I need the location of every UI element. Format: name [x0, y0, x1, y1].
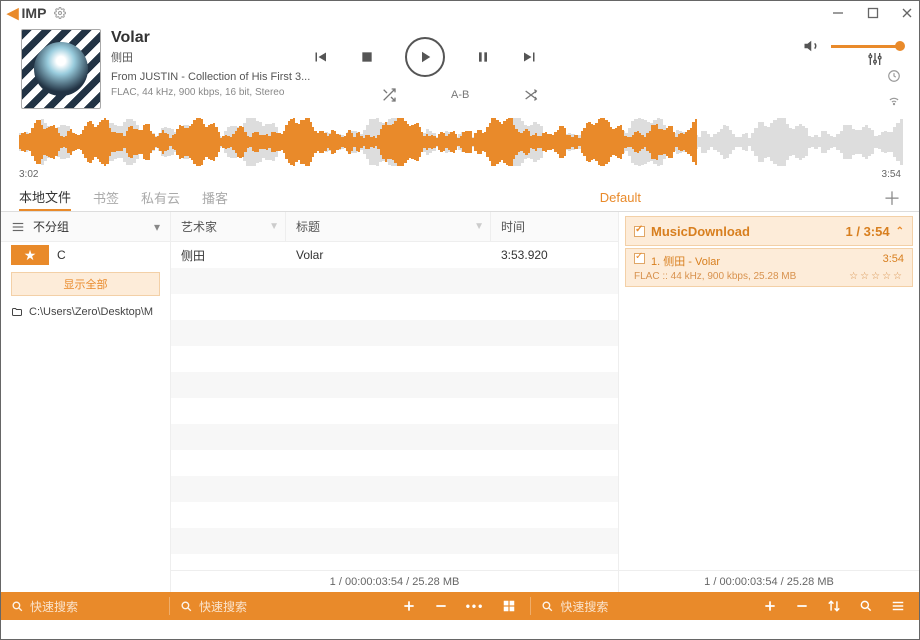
- prev-track-button[interactable]: [311, 48, 329, 66]
- search-icon: [541, 600, 554, 613]
- playlist-header[interactable]: MusicDownload 1 / 3:54 ⌃: [625, 216, 913, 246]
- sort-button[interactable]: [827, 599, 841, 613]
- star-tag[interactable]: ★: [11, 245, 49, 265]
- app-logo: ◀ IMP: [7, 4, 46, 22]
- show-all-button[interactable]: 显示全部: [11, 272, 160, 296]
- remove-button[interactable]: [434, 599, 448, 613]
- filter-icon[interactable]: ▼: [474, 221, 484, 232]
- add-button[interactable]: [402, 599, 416, 613]
- pause-button[interactable]: [475, 49, 491, 65]
- playlist-name: MusicDownload: [651, 224, 750, 239]
- folder-path: C:\Users\Zero\Desktop\M: [29, 306, 153, 318]
- filter-row[interactable]: ★ C: [1, 242, 170, 268]
- search-input-left[interactable]: 快速搜索: [30, 598, 78, 615]
- checkbox-icon[interactable]: [634, 253, 645, 264]
- time-total: 3:54: [882, 169, 901, 180]
- wifi-icon[interactable]: [887, 93, 901, 107]
- item-spec: FLAC :: 44 kHz, 900 kbps, 25.28 MB: [634, 271, 796, 282]
- filter-icon[interactable]: ▼: [269, 221, 279, 232]
- volume-slider[interactable]: [831, 45, 901, 48]
- table-row[interactable]: 侧田 Volar 3:53.920: [171, 242, 618, 268]
- volume-icon[interactable]: [803, 37, 821, 55]
- item-label: 1. 侧田 - Volar: [651, 253, 720, 269]
- app-name: IMP: [22, 5, 47, 21]
- settings-gear-icon[interactable]: [54, 7, 66, 19]
- folder-row[interactable]: C:\Users\Zero\Desktop\M: [1, 300, 170, 324]
- col-time-header[interactable]: 时间: [491, 212, 591, 241]
- search-button[interactable]: [859, 599, 873, 613]
- playlist-status: 1 / 00:00:03:54 / 25.28 MB: [619, 570, 919, 592]
- empty-rows: [171, 268, 618, 570]
- checkbox-icon[interactable]: [634, 226, 645, 237]
- waveform-seek[interactable]: [19, 117, 901, 167]
- search-icon: [11, 600, 24, 613]
- cell-title: Volar: [286, 248, 491, 262]
- cell-artist: 侧田: [171, 247, 286, 264]
- playlist-group-title[interactable]: Default: [600, 190, 641, 205]
- folder-icon: [11, 306, 23, 318]
- play-button[interactable]: [405, 37, 445, 77]
- tab-local-files[interactable]: 本地文件: [19, 184, 71, 211]
- col-title-header[interactable]: 标题▼: [286, 212, 491, 241]
- window-close-icon[interactable]: [901, 7, 913, 19]
- time-current: 3:02: [19, 169, 38, 180]
- search-input-right[interactable]: 快速搜索: [560, 598, 608, 615]
- menu-button[interactable]: [891, 599, 905, 613]
- equalizer-button[interactable]: [867, 51, 883, 67]
- add-playlist-button[interactable]: ＋: [883, 185, 901, 211]
- album-cover[interactable]: [21, 29, 101, 109]
- tab-private-cloud[interactable]: 私有云: [141, 184, 180, 211]
- group-dropdown-icon[interactable]: ▾: [154, 220, 160, 234]
- cell-time: 3:53.920: [491, 248, 591, 262]
- stop-button[interactable]: [359, 49, 375, 65]
- tab-podcast[interactable]: 播客: [202, 184, 228, 211]
- col-artist-header[interactable]: 艺术家▼: [171, 212, 286, 241]
- hamburger-icon[interactable]: [11, 220, 25, 234]
- logo-chevron-icon: ◀: [7, 4, 19, 22]
- filter-letter: C: [57, 248, 66, 262]
- tab-bookmarks[interactable]: 书签: [93, 184, 119, 211]
- item-duration: 3:54: [883, 253, 904, 269]
- clock-icon[interactable]: [887, 69, 901, 83]
- item-rating[interactable]: ☆☆☆☆☆: [849, 271, 904, 282]
- shuffle-button[interactable]: [381, 87, 397, 103]
- add-button[interactable]: [763, 599, 777, 613]
- remove-button[interactable]: [795, 599, 809, 613]
- collapse-icon[interactable]: ⌃: [896, 226, 904, 237]
- crossfade-button[interactable]: [523, 87, 539, 103]
- group-label[interactable]: 不分组: [33, 218, 69, 235]
- next-track-button[interactable]: [521, 48, 539, 66]
- mid-status: 1 / 00:00:03:54 / 25.28 MB: [171, 570, 618, 592]
- playlist-item[interactable]: 1. 侧田 - Volar 3:54 FLAC :: 44 kHz, 900 k…: [625, 248, 913, 287]
- search-input-mid[interactable]: 快速搜索: [199, 598, 247, 615]
- window-maximize-icon[interactable]: [867, 7, 879, 19]
- grid-view-button[interactable]: [502, 599, 516, 613]
- playlist-count: 1 / 3:54: [846, 224, 890, 239]
- window-minimize-icon[interactable]: [831, 6, 845, 20]
- ab-repeat-button[interactable]: A-B: [451, 89, 469, 101]
- search-icon: [180, 600, 193, 613]
- more-button[interactable]: •••: [466, 599, 485, 613]
